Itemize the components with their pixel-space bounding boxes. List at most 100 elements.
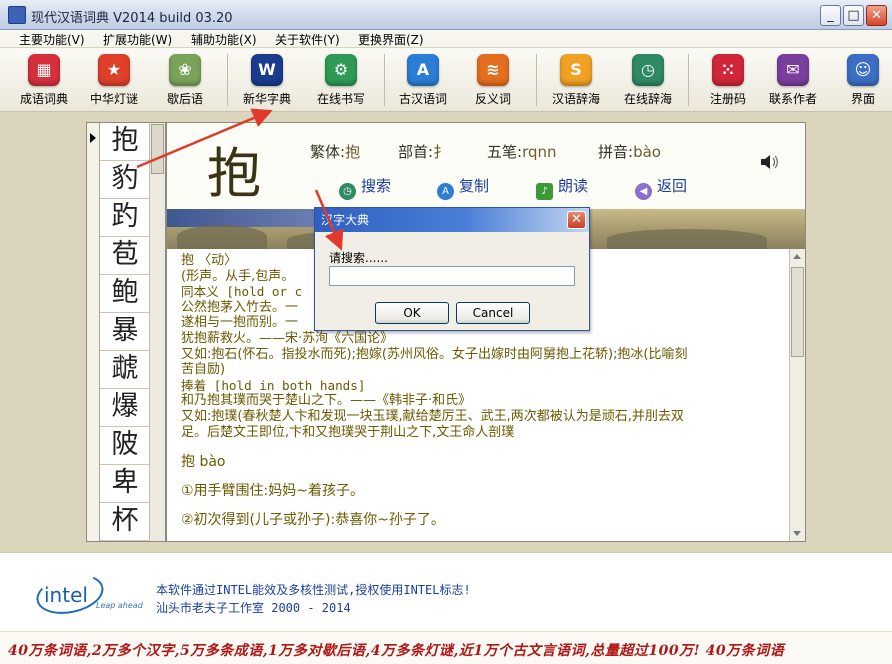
search-action[interactable]: ◷ 搜索 bbox=[339, 175, 392, 200]
entry-header: 抱 繁体:抱 部首:扌 五笔:rqnn 拼音:bào ◷ 搜索 A 复制 ♪ 朗读 ◀… bbox=[167, 123, 805, 209]
intel-tagline: Leap ahead bbox=[96, 601, 143, 610]
app-store-icon: A bbox=[437, 183, 454, 200]
menu-bar: 主要功能(V) 扩展功能(W) 辅助功能(X) 关于软件(Y) 更换界面(Z) bbox=[0, 30, 892, 48]
toolbar-separator bbox=[536, 54, 537, 106]
toolbar-button-7[interactable]: S 汉语辞海 bbox=[546, 52, 606, 110]
search-input[interactable] bbox=[329, 266, 575, 286]
toolbar-button-6[interactable]: ≋ 反义词 bbox=[463, 52, 523, 110]
minimize-button[interactable]: _ bbox=[820, 5, 841, 26]
toolbar-button-11[interactable]: ☺ 界面 bbox=[833, 52, 892, 110]
definition-line: 足。后楚文王即位,卞和又抱璞哭于荆山之下,文王命人剖璞 bbox=[181, 424, 515, 440]
footer-line-1: 本软件通过INTEL能效及多核性测试,授权使用INTEL标志! bbox=[156, 583, 471, 597]
toolbar-separator bbox=[227, 54, 228, 106]
toolbar-button-10[interactable]: ✉ 联系作者 bbox=[763, 52, 823, 110]
char-list-item[interactable]: 暴 bbox=[100, 313, 150, 351]
definition-scrollbar[interactable] bbox=[789, 249, 805, 541]
dialog-prompt: 请搜索...... bbox=[329, 251, 388, 265]
toolbar-button-label: 成语词典 bbox=[19, 92, 68, 106]
pinyin-label: 拼音: bbox=[598, 143, 634, 161]
scroll-down-icon[interactable] bbox=[793, 531, 801, 536]
speaker-icon[interactable] bbox=[759, 153, 779, 171]
dialog-close-button[interactable]: ✕ bbox=[567, 211, 586, 229]
toolbar-separator bbox=[384, 54, 385, 106]
entry-panel: 抱 繁体:抱 部首:扌 五笔:rqnn 拼音:bào ◷ 搜索 A 复制 ♪ 朗读 ◀… bbox=[166, 122, 806, 542]
window-title: 现代汉语词典 V2014 build 03.20 bbox=[31, 11, 233, 26]
back-action[interactable]: ◀ 返回 bbox=[635, 175, 688, 200]
read-aloud-action[interactable]: ♪ 朗读 bbox=[536, 175, 589, 200]
row-pointer-icon bbox=[90, 133, 96, 143]
wubi-label: 五笔: bbox=[487, 143, 523, 161]
scroll-thumb[interactable] bbox=[151, 124, 164, 174]
char-list-item[interactable]: 陂 bbox=[100, 427, 150, 465]
back-icon: ◀ bbox=[635, 183, 652, 200]
traditional-value: 抱 bbox=[345, 143, 361, 161]
toolbar-button-1[interactable]: ★ 中华灯谜 bbox=[84, 52, 144, 110]
radical-label: 部首: bbox=[398, 143, 434, 161]
toolbar-button-3[interactable]: W 新华字典 bbox=[237, 52, 297, 110]
back-action-label: 返回 bbox=[657, 177, 688, 195]
definition-line: 和乃抱其璞而哭于楚山之下。——《韩非子·和氏》 bbox=[181, 393, 472, 409]
toolbar-button-0[interactable]: ▦ 成语词典 bbox=[14, 52, 74, 110]
toolbar-button-label: 注册码 bbox=[709, 92, 746, 106]
toolbar-button-label: 新华字典 bbox=[242, 92, 291, 106]
close-button[interactable]: ✕ bbox=[866, 5, 887, 26]
dice-icon: ⁙ bbox=[712, 54, 744, 86]
char-list: 抱豹趵苞鲍暴虣爆陂卑杯 bbox=[100, 123, 150, 541]
char-list-item[interactable]: 杯 bbox=[100, 503, 150, 541]
entry-character: 抱 bbox=[207, 142, 261, 205]
definition-line: 又如:抱石(怀石。指投水而死);抱嫁(苏州风俗。女子出嫁时由阿舅抱上花轿);抱冰… bbox=[181, 346, 688, 362]
copy-action[interactable]: A 复制 bbox=[437, 175, 490, 200]
scroll-up-icon[interactable] bbox=[793, 254, 801, 259]
toolbar-button-label: 汉语辞海 bbox=[551, 92, 600, 106]
toolbar-button-label: 古汉语词 bbox=[398, 92, 447, 106]
traditional-info: 繁体:抱 bbox=[310, 141, 360, 162]
toolbar-button-label: 在线辞海 bbox=[623, 92, 672, 106]
toolbar-button-5[interactable]: A 古汉语词 bbox=[393, 52, 453, 110]
char-list-item[interactable]: 鲍 bbox=[100, 275, 150, 313]
copy-action-label: 复制 bbox=[459, 177, 490, 195]
char-list-item[interactable]: 爆 bbox=[100, 389, 150, 427]
menu-about-software[interactable]: 关于软件(Y) bbox=[275, 31, 340, 48]
menu-main-functions[interactable]: 主要功能(V) bbox=[19, 31, 85, 48]
char-list-item[interactable]: 抱 bbox=[100, 123, 150, 161]
definition-line: 捧着 [hold in both hands] bbox=[181, 377, 366, 393]
toolbar-button-4[interactable]: ⚙ 在线书写 bbox=[311, 52, 371, 110]
toolbar-button-label: 联系作者 bbox=[768, 92, 817, 106]
search-action-label: 搜索 bbox=[361, 177, 392, 195]
toolbar-button-2[interactable]: ❀ 歇后语 bbox=[155, 52, 215, 110]
toolbar-button-label: 歇后语 bbox=[166, 92, 203, 106]
cancel-button[interactable]: Cancel bbox=[456, 302, 530, 324]
main-area: 抱豹趵苞鲍暴虣爆陂卑杯 抱 繁体:抱 部首:扌 五笔:rqnn 拼音:bào ◷… bbox=[0, 112, 892, 552]
menu-auxiliary-functions[interactable]: 辅助功能(X) bbox=[191, 31, 257, 48]
definition-line: 苦自励) bbox=[181, 362, 226, 378]
char-list-item[interactable]: 卑 bbox=[100, 465, 150, 503]
scroll-thumb[interactable] bbox=[791, 267, 804, 357]
scrolling-banner-text: 40万条词语,2万多个汉字,5万多条成语,1万多对歇后语,4万多条灯谜,近1万个… bbox=[8, 643, 785, 659]
finder-icon: ☺ bbox=[847, 54, 879, 86]
ok-button[interactable]: OK bbox=[375, 302, 449, 324]
rss-icon: ≋ bbox=[477, 54, 509, 86]
char-list-item[interactable]: 趵 bbox=[100, 199, 150, 237]
pinyin-info: 拼音:bào bbox=[598, 141, 661, 162]
definition-line: 又如:抱璞(春秋楚人卞和发现一块玉璞,献给楚厉王、武王,两次都被认为是顽石,并刖… bbox=[181, 408, 684, 424]
toolbar-button-label: 中华灯谜 bbox=[89, 92, 138, 106]
app-window: 现代汉语词典 V2014 build 03.20 _ □ ✕ 主要功能(V) 扩… bbox=[0, 0, 892, 664]
star-icon: ★ bbox=[98, 54, 130, 86]
toolbar-button-label: 反义词 bbox=[474, 92, 511, 106]
app-store-icon: A bbox=[407, 54, 439, 86]
search-dialog: 汉字大典 ✕ 请搜索...... OK Cancel bbox=[314, 207, 590, 331]
toolbar-button-8[interactable]: ◷ 在线辞海 bbox=[618, 52, 678, 110]
char-list-item[interactable]: 虣 bbox=[100, 351, 150, 389]
char-list-scrollbar[interactable] bbox=[149, 123, 165, 541]
maximize-button[interactable]: □ bbox=[843, 5, 864, 26]
menu-change-interface[interactable]: 更换界面(Z) bbox=[358, 31, 424, 48]
char-list-item[interactable]: 苞 bbox=[100, 237, 150, 275]
toolbar-button-9[interactable]: ⁙ 注册码 bbox=[698, 52, 758, 110]
wubi-info: 五笔:rqnn bbox=[487, 141, 557, 162]
wubi-value: rqnn bbox=[522, 143, 557, 161]
char-list-panel: 抱豹趵苞鲍暴虣爆陂卑杯 bbox=[86, 122, 166, 542]
mail-icon: ✉ bbox=[777, 54, 809, 86]
read-aloud-action-label: 朗读 bbox=[558, 177, 589, 195]
char-list-item[interactable]: 豹 bbox=[100, 161, 150, 199]
menu-extended-functions[interactable]: 扩展功能(W) bbox=[103, 31, 172, 48]
